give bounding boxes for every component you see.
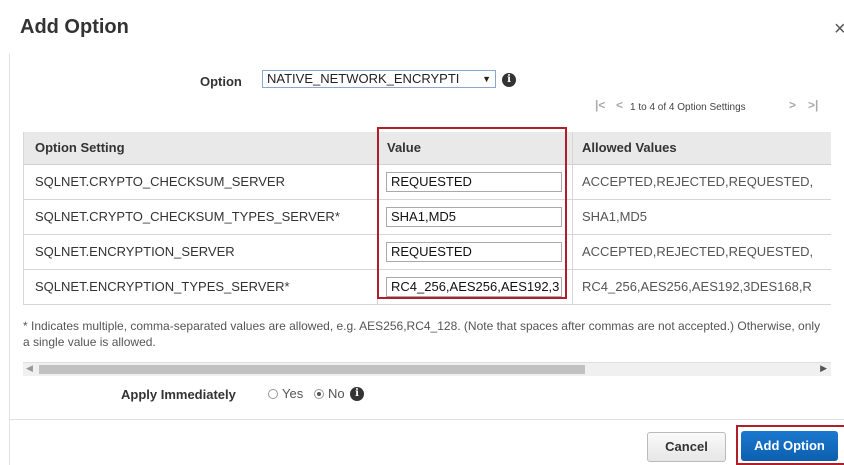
footnote: * Indicates multiple, comma-separated va…	[23, 319, 821, 349]
option-select[interactable]: NATIVE_NETWORK_ENCRYPTI ▼	[262, 70, 496, 88]
column-divider	[377, 132, 378, 305]
allowed-values: SHA1,MD5	[582, 209, 648, 224]
close-icon[interactable]: ×	[834, 18, 844, 41]
option-setting-name: SQLNET.CRYPTO_CHECKSUM_TYPES_SERVER*	[35, 209, 340, 224]
allowed-values: ACCEPTED,REJECTED,REQUESTED,	[582, 174, 814, 189]
column-divider	[23, 132, 24, 305]
pager-text: 1 to 4 of 4 Option Settings	[630, 102, 746, 113]
value-input[interactable]: RC4_256,AES256,AES192,3	[386, 277, 562, 297]
next-page-icon[interactable]: >	[789, 98, 796, 112]
column-divider	[572, 132, 573, 305]
table-row: SQLNET.CRYPTO_CHECKSUM_SERVER REQUESTED …	[23, 165, 831, 200]
option-label: Option	[200, 74, 242, 89]
option-setting-name: SQLNET.ENCRYPTION_SERVER	[35, 244, 235, 259]
table-row: SQLNET.ENCRYPTION_TYPES_SERVER* RC4_256,…	[23, 270, 831, 305]
table-header-row: Option Setting Value Allowed Values	[23, 132, 831, 165]
horizontal-scrollbar[interactable]: ◀ ▶	[23, 362, 831, 376]
dropdown-arrow-icon: ▼	[482, 74, 491, 84]
table-row: SQLNET.CRYPTO_CHECKSUM_TYPES_SERVER* SHA…	[23, 200, 831, 235]
table-row: SQLNET.ENCRYPTION_SERVER REQUESTED ACCEP…	[23, 235, 831, 270]
header-allowed-values: Allowed Values	[582, 140, 677, 155]
divider	[9, 54, 10, 465]
cancel-button[interactable]: Cancel	[647, 432, 726, 462]
info-icon[interactable]: i	[502, 73, 516, 87]
option-setting-name: SQLNET.CRYPTO_CHECKSUM_SERVER	[35, 174, 285, 189]
add-option-button[interactable]: Add Option	[741, 431, 838, 461]
first-page-icon[interactable]: |<	[595, 98, 605, 112]
scroll-left-icon[interactable]: ◀	[26, 363, 33, 374]
apply-no-label: No	[328, 386, 345, 401]
apply-info-icon[interactable]: i	[350, 387, 364, 401]
option-setting-name: SQLNET.ENCRYPTION_TYPES_SERVER*	[35, 279, 290, 294]
dialog-title: Add Option	[20, 16, 129, 38]
value-input[interactable]: REQUESTED	[386, 172, 562, 192]
value-input[interactable]: REQUESTED	[386, 242, 562, 262]
scroll-right-icon[interactable]: ▶	[820, 363, 827, 374]
apply-immediately-label: Apply Immediately	[121, 387, 236, 402]
option-select-value: NATIVE_NETWORK_ENCRYPTI	[267, 71, 460, 86]
value-input[interactable]: SHA1,MD5	[386, 207, 562, 227]
apply-no-radio[interactable]	[314, 389, 324, 399]
scrollbar-thumb[interactable]	[39, 365, 585, 374]
header-value: Value	[387, 140, 421, 155]
allowed-values: RC4_256,AES256,AES192,3DES168,R	[582, 279, 812, 294]
header-option-setting: Option Setting	[35, 140, 125, 155]
allowed-values: ACCEPTED,REJECTED,REQUESTED,	[582, 244, 814, 259]
footer-divider	[9, 419, 844, 420]
apply-yes-radio[interactable]	[268, 389, 278, 399]
apply-yes-label: Yes	[282, 386, 304, 401]
prev-page-icon[interactable]: <	[616, 98, 623, 112]
last-page-icon[interactable]: >|	[808, 98, 818, 112]
